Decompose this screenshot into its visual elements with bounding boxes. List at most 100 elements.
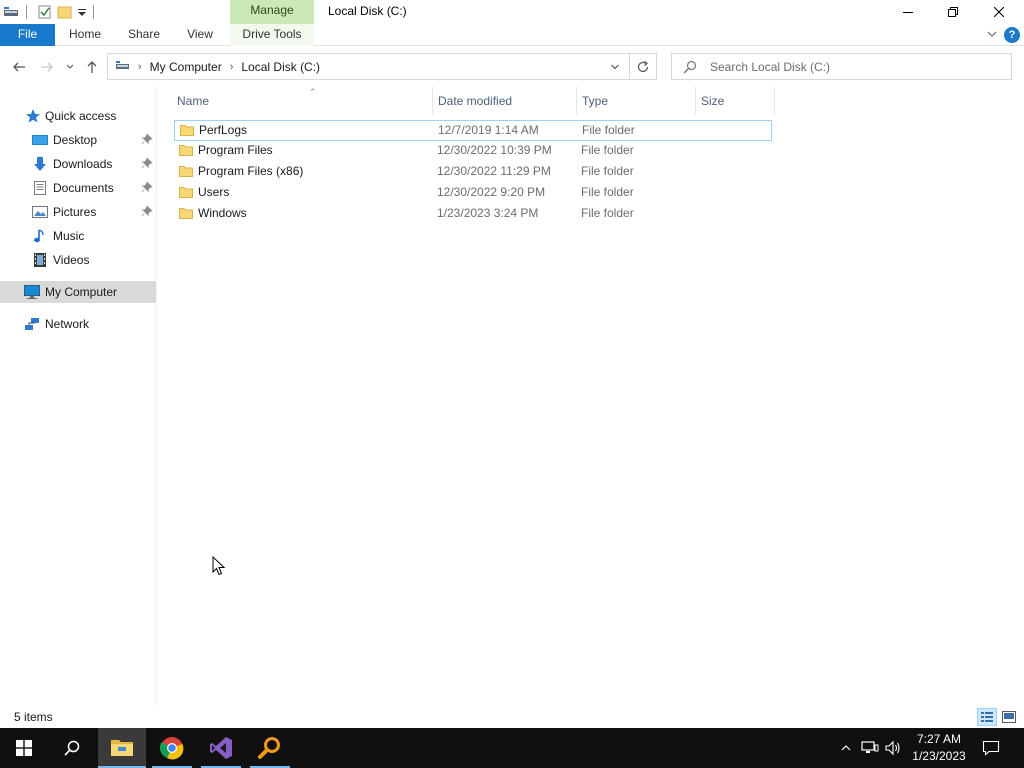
pin-icon[interactable] bbox=[141, 181, 153, 195]
breadcrumb-chevron-icon[interactable]: › bbox=[138, 61, 142, 73]
window-title: Local Disk (C:) bbox=[328, 4, 407, 18]
tab-manage[interactable]: Manage bbox=[230, 0, 314, 24]
taskbar-search-button[interactable] bbox=[48, 728, 96, 768]
taskbar-file-explorer[interactable] bbox=[98, 728, 146, 768]
column-header-type[interactable]: Type bbox=[576, 87, 696, 115]
download-arrow-icon bbox=[32, 156, 48, 172]
chevron-down-icon bbox=[66, 64, 74, 69]
nav-item-music[interactable]: Music bbox=[0, 225, 156, 247]
recent-locations-button[interactable] bbox=[62, 57, 78, 77]
notification-icon bbox=[982, 740, 1000, 756]
file-explorer-icon bbox=[111, 740, 133, 756]
pin-icon[interactable] bbox=[141, 205, 153, 219]
action-center-button[interactable] bbox=[981, 738, 1001, 758]
document-icon bbox=[32, 180, 48, 196]
tab-share[interactable]: Share bbox=[121, 24, 167, 46]
taskbar-visual-studio[interactable] bbox=[197, 728, 245, 768]
address-history-dropdown[interactable] bbox=[606, 58, 624, 76]
nav-item-desktop[interactable]: Desktop bbox=[0, 129, 156, 151]
file-type: File folder bbox=[581, 206, 634, 220]
refresh-button[interactable] bbox=[630, 53, 657, 80]
details-view-button[interactable] bbox=[977, 708, 997, 726]
clock-time: 7:27 AM bbox=[916, 732, 962, 746]
table-row[interactable]: PerfLogs 12/7/2019 1:14 AM File folder bbox=[174, 120, 772, 141]
nav-item-documents[interactable]: Documents bbox=[0, 177, 156, 199]
drive-icon[interactable] bbox=[4, 4, 20, 20]
volume-button[interactable] bbox=[883, 738, 903, 758]
nav-item-downloads[interactable]: Downloads bbox=[0, 153, 156, 175]
table-row[interactable]: Program Files (x86) 12/30/2022 11:29 PM … bbox=[174, 162, 772, 183]
column-header-date-modified[interactable]: Date modified bbox=[432, 87, 577, 115]
pin-icon[interactable] bbox=[141, 133, 153, 147]
nav-item-label: Pictures bbox=[53, 205, 97, 219]
table-row[interactable]: Windows 1/23/2023 3:24 PM File folder bbox=[174, 204, 772, 225]
navigation-pane: Quick access Desktop Downloads Documents bbox=[0, 87, 157, 707]
file-date: 12/30/2022 11:29 PM bbox=[437, 164, 551, 178]
toolbar-separator bbox=[26, 5, 27, 19]
breadcrumb: › My Computer › Local Disk (C:) bbox=[114, 54, 320, 79]
large-icons-view-button[interactable] bbox=[999, 708, 1019, 726]
folder-icon bbox=[179, 206, 193, 220]
table-row[interactable]: Program Files 12/30/2022 10:39 PM File f… bbox=[174, 141, 772, 162]
file-name: Users bbox=[198, 185, 230, 199]
details-view-icon bbox=[981, 712, 993, 722]
address-bar[interactable]: › My Computer › Local Disk (C:) bbox=[107, 53, 630, 80]
nav-my-computer-label: My Computer bbox=[45, 285, 118, 299]
network-icon bbox=[24, 316, 40, 332]
back-arrow-icon bbox=[13, 62, 25, 72]
status-bar: 5 items bbox=[0, 707, 1024, 728]
quick-access-toolbar bbox=[0, 2, 100, 22]
chevron-down-icon bbox=[611, 64, 619, 70]
network-status-button[interactable] bbox=[860, 738, 880, 758]
nav-quick-access-label: Quick access bbox=[45, 109, 117, 123]
column-header-name[interactable]: Name ⌃ bbox=[171, 87, 433, 115]
system-clock[interactable]: 7:27 AM 1/23/2023 bbox=[906, 731, 972, 765]
nav-item-label: Desktop bbox=[53, 133, 98, 147]
close-icon bbox=[994, 7, 1004, 17]
nav-item-pictures[interactable]: Pictures bbox=[0, 201, 156, 223]
customize-toolbar-chevron-icon[interactable] bbox=[77, 4, 87, 20]
tab-drive-tools[interactable]: Drive Tools bbox=[230, 24, 314, 46]
folder-icon bbox=[179, 164, 193, 178]
tab-view[interactable]: View bbox=[180, 24, 220, 46]
tab-file[interactable]: File bbox=[0, 24, 55, 46]
file-date: 1/23/2023 3:24 PM bbox=[437, 206, 539, 220]
taskbar-chrome[interactable] bbox=[148, 728, 196, 768]
search-input[interactable] bbox=[710, 55, 1000, 78]
search-box[interactable] bbox=[671, 53, 1012, 80]
table-row[interactable]: Users 12/30/2022 9:20 PM File folder bbox=[174, 183, 772, 204]
taskbar-magnifier-app[interactable] bbox=[246, 728, 294, 768]
folder-icon bbox=[179, 143, 193, 157]
close-button[interactable] bbox=[976, 0, 1022, 24]
up-arrow-icon bbox=[87, 61, 97, 73]
up-button[interactable] bbox=[82, 57, 102, 77]
picture-icon bbox=[32, 204, 48, 220]
forward-arrow-icon bbox=[41, 62, 53, 72]
item-count: 5 items bbox=[14, 710, 53, 724]
pin-icon[interactable] bbox=[141, 157, 153, 171]
restore-button[interactable] bbox=[930, 0, 976, 24]
new-folder-icon[interactable] bbox=[57, 4, 73, 20]
breadcrumb-local-disk[interactable]: Local Disk (C:) bbox=[241, 60, 320, 74]
back-button[interactable] bbox=[9, 57, 29, 77]
nav-item-videos[interactable]: Videos bbox=[0, 249, 156, 271]
nav-my-computer[interactable]: My Computer bbox=[0, 281, 156, 303]
nav-item-label: Downloads bbox=[53, 157, 113, 171]
minimize-button[interactable] bbox=[885, 0, 931, 24]
column-header-size[interactable]: Size bbox=[695, 87, 775, 115]
tab-home[interactable]: Home bbox=[62, 24, 108, 46]
expand-ribbon-icon[interactable] bbox=[986, 28, 998, 43]
breadcrumb-my-computer[interactable]: My Computer bbox=[150, 60, 222, 74]
help-icon[interactable]: ? bbox=[1004, 27, 1020, 43]
chrome-icon bbox=[160, 737, 184, 760]
properties-icon[interactable] bbox=[37, 4, 53, 20]
file-date: 12/30/2022 9:20 PM bbox=[437, 185, 546, 199]
breadcrumb-chevron-icon[interactable]: › bbox=[230, 61, 234, 73]
show-hidden-icons-button[interactable] bbox=[836, 738, 856, 758]
start-button[interactable] bbox=[0, 728, 48, 768]
file-type: File folder bbox=[581, 185, 634, 199]
nav-network[interactable]: Network bbox=[0, 313, 156, 335]
forward-button[interactable] bbox=[37, 57, 57, 77]
nav-quick-access[interactable]: Quick access bbox=[0, 105, 156, 127]
folder-icon bbox=[180, 123, 194, 137]
